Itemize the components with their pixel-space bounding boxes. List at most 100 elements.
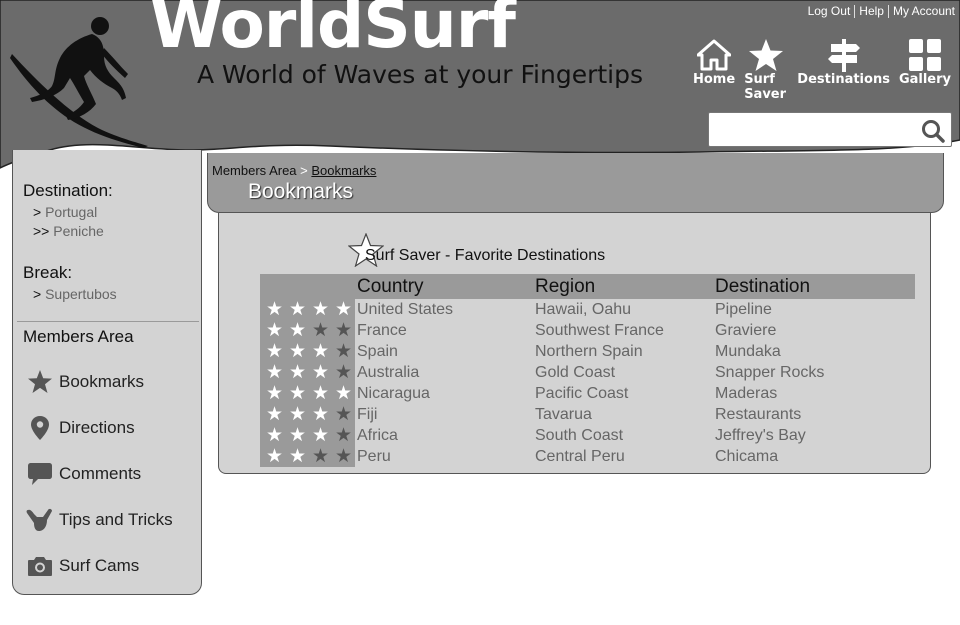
star-icon[interactable]: ★ [309,446,332,467]
star-rating[interactable]: ★ ★ ★ ★ [263,383,355,404]
star-rating[interactable]: ★ ★ ★ ★ [263,404,355,425]
favorites-panel: Surf Saver - Favorite Destinations Count… [218,213,931,474]
nav-surf-saver[interactable]: Surf Saver [744,38,788,102]
breadcrumb-prefix: >> [33,223,50,239]
region-cell: Northern Spain [535,342,643,360]
table-row[interactable]: ★ ★ ★ ★ Nicaragua Pacific Coast Maderas [260,383,915,404]
sidebar-item-label: Directions [59,418,135,437]
destination-spot-link[interactable]: >> Peniche [33,223,104,239]
star-rating[interactable]: ★ ★ ★ ★ [263,446,355,467]
star-icon[interactable]: ★ [309,425,332,446]
rating-cell[interactable]: ★ ★ ★ ★ [260,446,355,467]
country-column-header[interactable]: Country [355,274,535,299]
destination-cell[interactable]: Jeffrey's Bay [715,425,915,446]
breadcrumb-bookmarks[interactable]: Bookmarks [311,163,376,178]
table-row[interactable]: ★ ★ ★ ★ Fiji Tavarua Restaurants [260,404,915,425]
star-icon[interactable]: ★ [286,299,309,320]
destination-cell[interactable]: Mundaka [715,341,915,362]
star-icon[interactable]: ★ [309,320,332,341]
destination-column-header[interactable]: Destination [715,274,915,299]
destination-cell[interactable]: Restaurants [715,404,915,425]
sidebar-item-directions[interactable]: Directions [25,414,135,442]
site-logo[interactable]: WorldSurf [150,0,516,63]
star-icon[interactable]: ★ [263,341,286,362]
region-cell: Pacific Coast [535,384,629,402]
rating-cell[interactable]: ★ ★ ★ ★ [260,425,355,446]
table-row[interactable]: ★ ★ ★ ★ Peru Central Peru Chicama [260,446,915,467]
logout-link[interactable]: Log Out [808,4,851,18]
star-rating[interactable]: ★ ★ ★ ★ [263,299,355,320]
star-icon[interactable]: ★ [309,299,332,320]
destination-cell[interactable]: Chicama [715,446,915,467]
map-pin-icon [25,414,55,442]
star-icon[interactable]: ★ [263,383,286,404]
star-icon[interactable]: ★ [286,341,309,362]
star-icon[interactable]: ★ [309,404,332,425]
table-row[interactable]: ★ ★ ★ ★ United States Hawaii, Oahu Pipeline [260,299,915,320]
nav-home[interactable]: Home [693,38,735,102]
favorites-table: Country Region Destination ★ ★ ★ ★ United St… [260,274,915,467]
star-icon[interactable]: ★ [263,320,286,341]
destination-cell[interactable]: Pipeline [715,299,915,320]
star-icon[interactable]: ★ [332,362,355,383]
star-icon[interactable]: ★ [332,446,355,467]
search-icon[interactable] [921,119,945,143]
destination-country-label: Portugal [45,204,98,220]
star-icon[interactable]: ★ [332,320,355,341]
star-icon[interactable]: ★ [286,404,309,425]
destination-country-link[interactable]: > Portugal [33,204,97,220]
star-icon[interactable]: ★ [286,362,309,383]
my-account-link[interactable]: My Account [893,4,955,18]
rating-cell[interactable]: ★ ★ ★ ★ [260,404,355,425]
star-icon[interactable]: ★ [286,425,309,446]
star-icon[interactable]: ★ [286,383,309,404]
star-icon[interactable]: ★ [332,404,355,425]
destination-cell[interactable]: Snapper Rocks [715,362,915,383]
star-icon[interactable]: ★ [309,341,332,362]
search-input[interactable] [708,112,952,147]
help-link[interactable]: Help [859,4,884,18]
nav-destinations-label: Destinations [797,72,890,87]
star-icon[interactable]: ★ [286,320,309,341]
star-icon[interactable]: ★ [263,425,286,446]
table-row[interactable]: ★ ★ ★ ★ Australia Gold Coast Snapper Rocks [260,362,915,383]
region-column-header[interactable]: Region [535,274,715,299]
star-icon[interactable]: ★ [309,383,332,404]
table-row[interactable]: ★ ★ ★ ★ Africa South Coast Jeffrey's Bay [260,425,915,446]
nav-destinations[interactable]: Destinations [797,38,890,102]
rating-cell[interactable]: ★ ★ ★ ★ [260,341,355,362]
breadcrumb-members-area[interactable]: Members Area [212,163,297,178]
star-icon[interactable]: ★ [332,383,355,404]
star-rating[interactable]: ★ ★ ★ ★ [263,320,355,341]
table-header-row: Country Region Destination [260,274,915,299]
destination-cell[interactable]: Maderas [715,383,915,404]
star-icon[interactable]: ★ [332,341,355,362]
star-rating[interactable]: ★ ★ ★ ★ [263,425,355,446]
star-icon[interactable]: ★ [263,446,286,467]
star-rating[interactable]: ★ ★ ★ ★ [263,362,355,383]
star-icon[interactable]: ★ [286,446,309,467]
sidebar-item-bookmarks[interactable]: Bookmarks [25,368,144,396]
sidebar-item-label: Comments [59,464,142,483]
break-link[interactable]: > Supertubos [33,286,117,302]
rating-cell[interactable]: ★ ★ ★ ★ [260,362,355,383]
star-icon[interactable]: ★ [263,404,286,425]
star-icon[interactable]: ★ [332,425,355,446]
destination-cell[interactable]: Graviere [715,320,915,341]
rating-cell[interactable]: ★ ★ ★ ★ [260,383,355,404]
star-icon[interactable]: ★ [332,299,355,320]
rating-cell[interactable]: ★ ★ ★ ★ [260,299,355,320]
rating-column-header [260,274,355,299]
sidebar-item-label: Bookmarks [59,372,145,391]
star-icon[interactable]: ★ [263,299,286,320]
star-rating[interactable]: ★ ★ ★ ★ [263,341,355,362]
sidebar-item-comments[interactable]: Comments [25,460,141,488]
sidebar-item-tips-and-tricks[interactable]: Tips and Tricks [25,506,173,534]
star-icon[interactable]: ★ [309,362,332,383]
table-row[interactable]: ★ ★ ★ ★ Spain Northern Spain Mundaka [260,341,915,362]
nav-gallery[interactable]: Gallery [899,38,951,102]
sidebar-item-surf-cams[interactable]: Surf Cams [25,552,139,580]
rating-cell[interactable]: ★ ★ ★ ★ [260,320,355,341]
star-icon[interactable]: ★ [263,362,286,383]
table-row[interactable]: ★ ★ ★ ★ France Southwest France Graviere [260,320,915,341]
